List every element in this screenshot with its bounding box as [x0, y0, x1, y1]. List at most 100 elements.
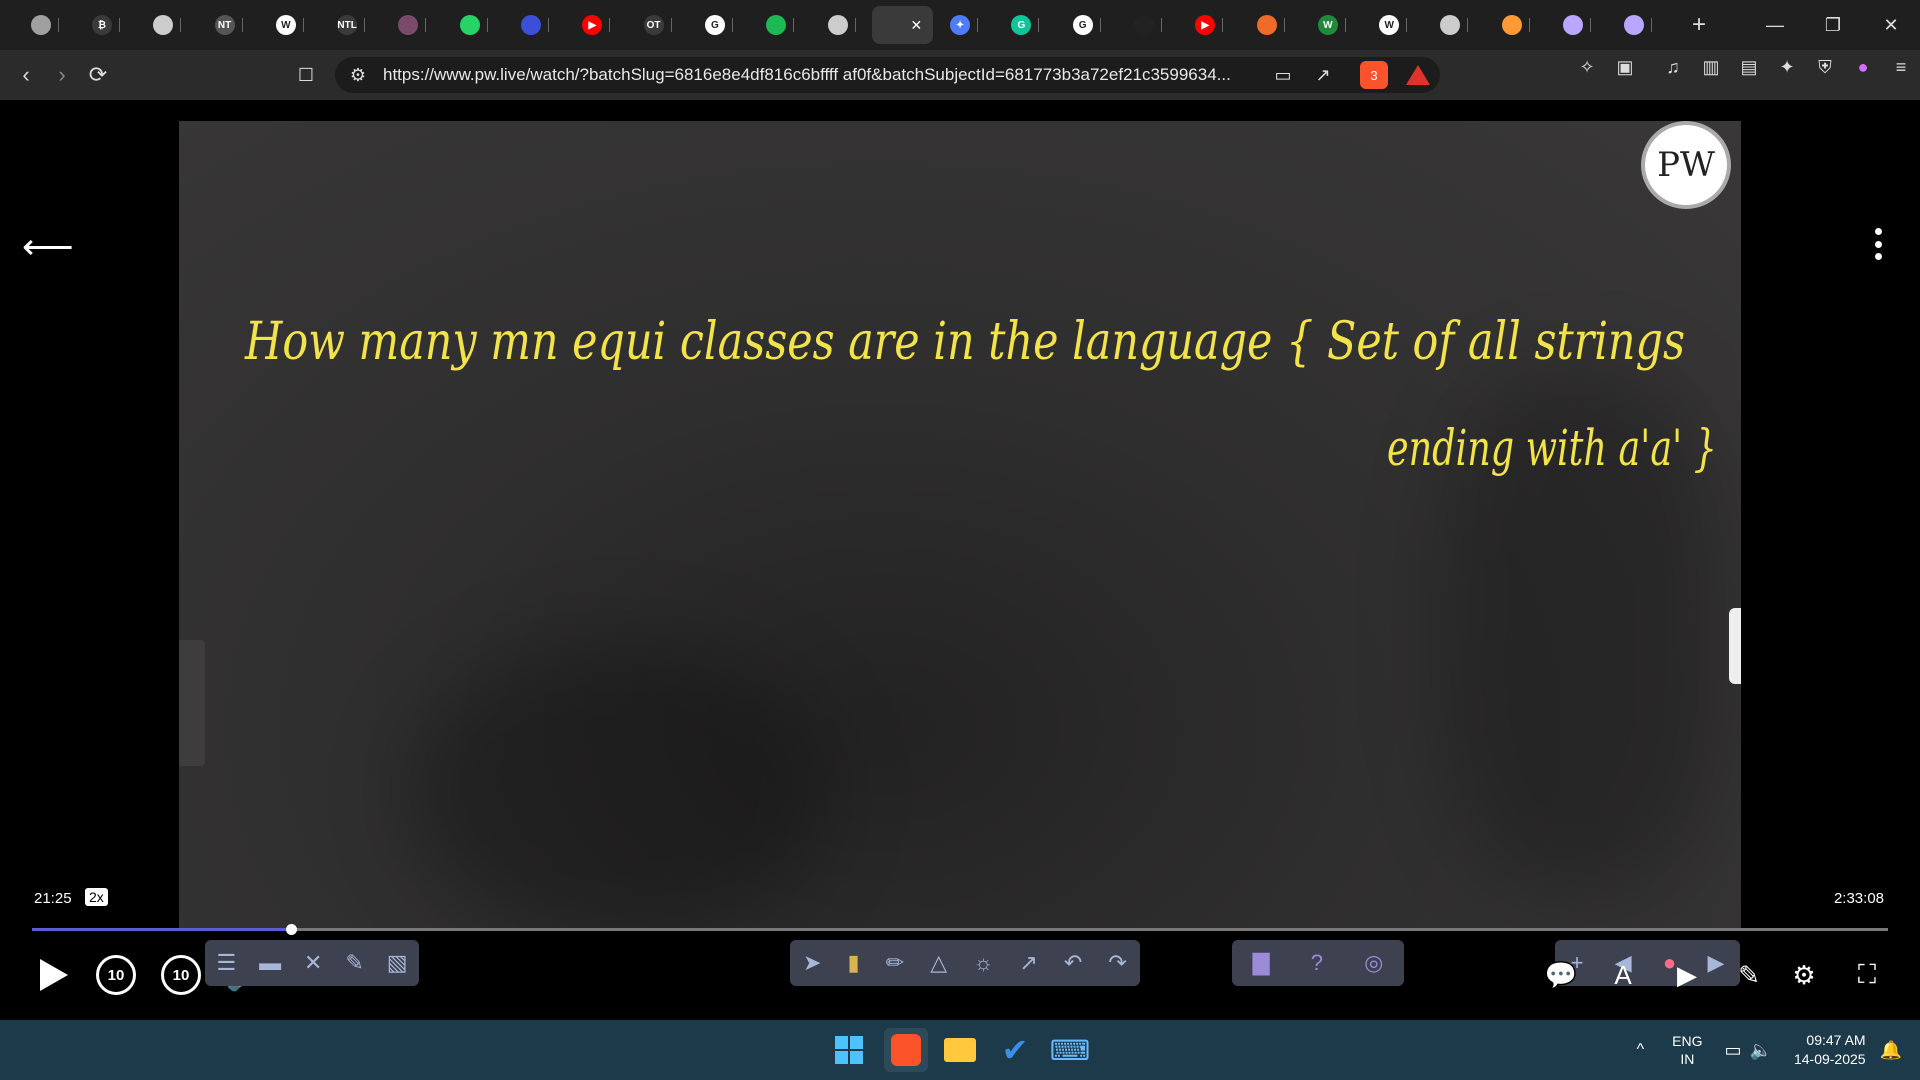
new-tab-button[interactable]: + [1679, 11, 1719, 39]
browser-tab[interactable] [504, 6, 565, 44]
grammarly-icon: G [1011, 15, 1032, 35]
bookmark-icon[interactable]: ☐ [287, 65, 325, 86]
browser-tab[interactable]: G [995, 6, 1056, 44]
browser-tab[interactable]: G [1056, 6, 1117, 44]
browser-tab[interactable] [443, 6, 504, 44]
start-button[interactable] [827, 1028, 871, 1072]
browser-tab[interactable]: NTL [320, 6, 381, 44]
spotify-icon [766, 15, 787, 35]
clock[interactable]: 09:47 AM 14-09-2025 [1794, 1031, 1866, 1069]
address-bar[interactable]: ⚙ https://www.pw.live/watch/?batchSlug=6… [335, 57, 1440, 93]
browser-tab[interactable] [382, 6, 443, 44]
browser-tab[interactable] [1546, 6, 1607, 44]
fullscreen-icon[interactable]: ⛶ [1847, 955, 1887, 995]
close-tab-icon[interactable]: ✕ [910, 17, 922, 34]
ot-icon: OT [643, 15, 664, 35]
play-button[interactable] [34, 955, 74, 995]
browser-tab[interactable] [750, 6, 811, 44]
forward-10-button[interactable]: 10 [161, 955, 201, 995]
back-arrow-icon[interactable]: ⟵ [22, 226, 74, 268]
left-drawer-handle[interactable] [179, 640, 205, 766]
green-w-icon: W [1317, 15, 1338, 35]
speaker-icon[interactable]: 🔈 [1750, 1040, 1772, 1061]
settings-gear-icon[interactable]: ⚙ [1784, 955, 1824, 995]
shape-icon: △ [930, 950, 948, 975]
leo-ai-icon[interactable]: ✦ [1768, 57, 1806, 78]
browser-tab[interactable]: OT [627, 6, 688, 44]
browser-tab[interactable]: W [1363, 6, 1424, 44]
playback-speed-badge[interactable]: 2x [85, 888, 108, 906]
arrow-tool-icon: ↗ [1019, 950, 1038, 975]
translate-icon[interactable]: A [1603, 955, 1643, 995]
window-controls: — ❐ ✕ [1746, 0, 1920, 50]
pen-tool-icon: ✎ [345, 950, 364, 975]
tab-separator [793, 18, 795, 32]
chat-icon[interactable]: 💬 [1541, 955, 1581, 995]
undo-icon: ↶ [1063, 950, 1083, 975]
browser-tab[interactable] [1608, 6, 1669, 44]
sidebar-icon[interactable]: ▥ [1692, 57, 1730, 78]
taskbar-todo[interactable]: ✔ [993, 1028, 1037, 1072]
media-icon[interactable]: ♫ [1654, 57, 1692, 78]
browser-tab[interactable] [811, 6, 872, 44]
keyboard-icon: ⌨ [1049, 1034, 1091, 1066]
browser-tab[interactable]: W [1301, 6, 1362, 44]
bitcoin-icon: ₿ [91, 15, 112, 35]
chevron-up-icon[interactable]: ^ [1637, 1041, 1645, 1059]
restore-button[interactable]: ❐ [1804, 0, 1862, 50]
menu-icon[interactable]: ≡ [1882, 57, 1920, 78]
brave-shields-icon[interactable]: 3 [1360, 61, 1388, 89]
progress-fill [32, 928, 292, 931]
browser-tab[interactable] [1485, 6, 1546, 44]
back-button[interactable]: ‹ [8, 57, 44, 93]
tab-separator [425, 18, 427, 32]
right-drawer-handle[interactable] [1729, 608, 1741, 684]
wallet-icon[interactable]: ▤ [1730, 57, 1768, 78]
url-text: https://www.pw.live/watch/?batchSlug=681… [383, 65, 1231, 84]
taskbar-brave[interactable] [884, 1028, 928, 1072]
browser-tab[interactable]: NT [198, 6, 259, 44]
question-icon: ? [1310, 950, 1323, 975]
reload-button[interactable]: ⟳ [80, 57, 116, 93]
notes-icon[interactable]: ✎ [1729, 955, 1769, 995]
browser-tab[interactable]: W [259, 6, 320, 44]
rewind-10-button[interactable]: 10 [96, 955, 136, 995]
tab-separator [302, 18, 304, 32]
browser-tab[interactable]: ✕ [872, 6, 934, 44]
extensions-icon[interactable]: ✧ [1568, 57, 1606, 78]
browser-tab[interactable]: G [688, 6, 749, 44]
laser-icon: ☼ [973, 950, 994, 975]
browser-tab[interactable]: ▶ [1179, 6, 1240, 44]
video-frame[interactable]: How many mn equi classes are in the lang… [179, 121, 1741, 931]
taskbar-file-explorer[interactable] [938, 1028, 982, 1072]
vpn-icon[interactable]: ⛨ [1806, 57, 1844, 78]
cast-icon[interactable]: ▭ [1264, 65, 1302, 86]
forward-button[interactable]: › [44, 57, 80, 93]
video-player[interactable]: ⟵ How many mn equi classes are in the la… [0, 100, 1920, 1020]
browser-tab[interactable]: ✦ [933, 6, 994, 44]
progress-bar[interactable] [32, 924, 1888, 935]
picture-in-picture-icon[interactable]: ▶ [1667, 955, 1707, 995]
network-icon[interactable]: ▭ [1725, 1040, 1742, 1061]
notification-bell-icon[interactable]: 🔔 [1880, 1040, 1902, 1061]
browser-tab[interactable]: ₿ [75, 6, 136, 44]
minimize-button[interactable]: — [1746, 0, 1804, 50]
taskbar-keyboard[interactable]: ⌨ [1048, 1028, 1092, 1072]
site-settings-icon[interactable]: ⚙ [339, 65, 377, 86]
browser-tab[interactable] [1424, 6, 1485, 44]
browser-tab[interactable] [1240, 6, 1301, 44]
tab-separator [1344, 18, 1346, 32]
brave-rewards-icon[interactable] [1406, 65, 1430, 85]
browser-tab[interactable] [14, 6, 75, 44]
more-options-icon[interactable] [1866, 224, 1890, 264]
reader-icon[interactable]: ▣ [1606, 57, 1644, 78]
close-window-button[interactable]: ✕ [1862, 0, 1920, 50]
browser-tab[interactable] [137, 6, 198, 44]
browser-tab[interactable]: ▶ [566, 6, 627, 44]
browser-tab[interactable] [1117, 6, 1178, 44]
language-indicator[interactable]: ENG IN [1672, 1032, 1702, 1068]
share-icon[interactable]: ↗ [1304, 65, 1342, 86]
google-icon: G [704, 15, 725, 35]
profile-icon[interactable]: ● [1844, 57, 1882, 78]
browser-tab-strip: ₿ NT W NTL ▶ OT G ✕ ✦ G G ▶ W W + — ❐ ✕ [0, 0, 1920, 50]
